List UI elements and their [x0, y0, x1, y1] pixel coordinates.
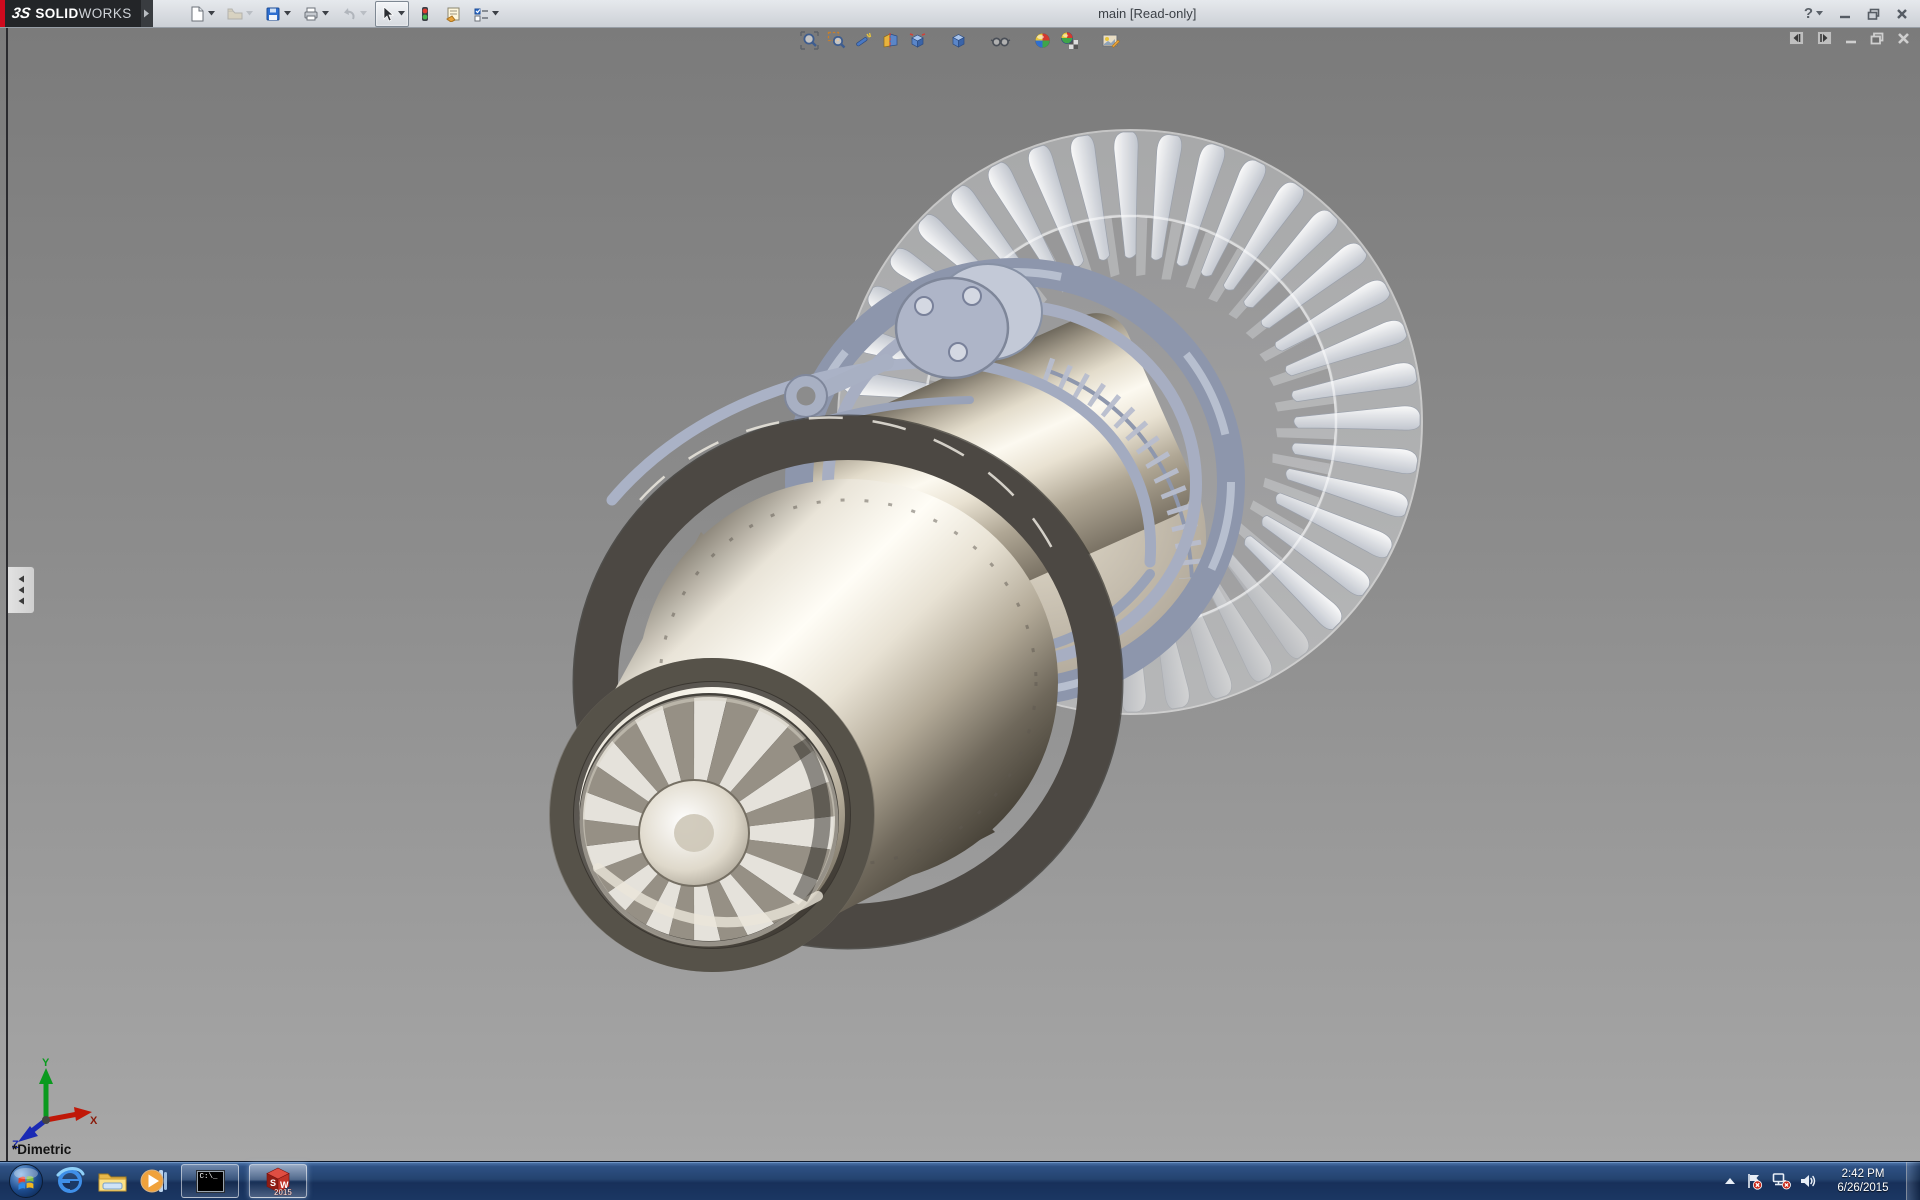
previous-view-button[interactable] [850, 30, 877, 51]
file-properties-button[interactable] [441, 1, 465, 27]
show-hidden-icons-button[interactable] [1724, 1176, 1736, 1186]
pane-collapse-left-button[interactable] [1789, 31, 1804, 45]
command-prompt-icon: C:\_ [197, 1171, 224, 1192]
svg-text:S: S [270, 1178, 276, 1188]
internet-explorer-icon[interactable] [54, 1165, 86, 1197]
network-disconnected-icon[interactable] [1772, 1172, 1791, 1190]
logo-text-solid: SOLID [35, 6, 78, 21]
standard-toolbar [185, 1, 507, 27]
menu-expand-arrow-icon[interactable] [141, 0, 153, 27]
print-button[interactable] [299, 1, 333, 27]
section-view-button[interactable] [877, 30, 904, 51]
solidworks-logo: 3S SOLIDWORKS [0, 0, 141, 27]
view-settings-button[interactable] [1097, 30, 1124, 51]
hide-show-items-button[interactable] [986, 30, 1015, 51]
restore-button[interactable] [1867, 8, 1880, 20]
headsup-view-toolbar [796, 30, 1124, 51]
document-window-controls [1776, 31, 1910, 45]
tray-clock[interactable]: 2:42 PM 6/26/2015 [1826, 1167, 1900, 1195]
close-icon[interactable] [1896, 8, 1908, 20]
apply-scene-button[interactable] [1056, 30, 1083, 51]
featuremanager-collapsed-tab[interactable] [8, 566, 35, 614]
reference-triad: Y X Z [10, 1056, 100, 1148]
save-button[interactable] [261, 1, 295, 27]
help-button[interactable]: ? [1804, 5, 1823, 22]
chevron-down-icon[interactable] [284, 11, 291, 16]
command-prompt-taskbar-button[interactable]: C:\_ [181, 1164, 239, 1198]
doc-minimize-button[interactable] [1845, 32, 1857, 44]
zoom-to-fit-button[interactable] [796, 30, 823, 51]
action-center-flag-icon[interactable] [1745, 1172, 1763, 1190]
tray-time: 2:42 PM [1826, 1167, 1900, 1181]
chevron-down-icon[interactable] [360, 11, 367, 16]
new-document-button[interactable] [185, 1, 219, 27]
rebuild-button[interactable] [413, 1, 437, 27]
pane-expand-right-button[interactable] [1817, 31, 1832, 45]
minimize-button[interactable] [1839, 8, 1851, 20]
system-tray: 2:42 PM 6/26/2015 [1724, 1162, 1920, 1200]
media-player-icon[interactable] [139, 1165, 171, 1197]
titlebar: 3S SOLIDWORKS [0, 0, 1920, 28]
show-desktop-button[interactable] [1906, 1162, 1920, 1200]
svg-text:2015: 2015 [274, 1188, 292, 1196]
zoom-to-area-button[interactable] [823, 30, 850, 51]
start-button[interactable] [8, 1163, 44, 1199]
undo-button[interactable] [337, 1, 371, 27]
chevron-down-icon[interactable] [398, 11, 405, 16]
solidworks-taskbar-button[interactable]: S W 2015 [249, 1164, 307, 1198]
doc-restore-button[interactable] [1870, 32, 1884, 45]
select-button[interactable] [375, 1, 409, 27]
doc-close-icon[interactable] [1897, 32, 1910, 45]
edit-appearance-button[interactable] [1029, 30, 1056, 51]
taskbar: C:\_ S W 2015 2:42 PM 6/26/2015 [0, 1161, 1920, 1200]
chevron-down-icon[interactable] [208, 11, 215, 16]
window-title: main [Read-only] [507, 6, 1788, 21]
windows-explorer-icon[interactable] [96, 1165, 129, 1198]
dassault-3ds-icon: 3S [11, 5, 32, 22]
view-orientation-label: *Dimetric [12, 1142, 71, 1157]
window-controls: ? [1788, 5, 1920, 22]
view-orientation-button[interactable] [904, 30, 931, 51]
logo-text-works: WORKS [79, 6, 132, 21]
triad-y-label: Y [42, 1057, 50, 1069]
tray-date: 6/26/2015 [1826, 1181, 1900, 1195]
open-button[interactable] [223, 1, 257, 27]
chevron-down-icon[interactable] [246, 11, 253, 16]
chevron-down-icon[interactable] [492, 11, 499, 16]
solidworks-2015-icon: S W 2015 [263, 1166, 293, 1196]
graphics-viewport[interactable] [0, 28, 1920, 1162]
triad-x-label: X [90, 1115, 98, 1127]
chevron-down-icon[interactable] [322, 11, 329, 16]
display-style-button[interactable] [945, 30, 972, 51]
volume-icon[interactable] [1800, 1173, 1817, 1189]
options-button[interactable] [469, 1, 503, 27]
logo-red-stripe [0, 0, 5, 27]
